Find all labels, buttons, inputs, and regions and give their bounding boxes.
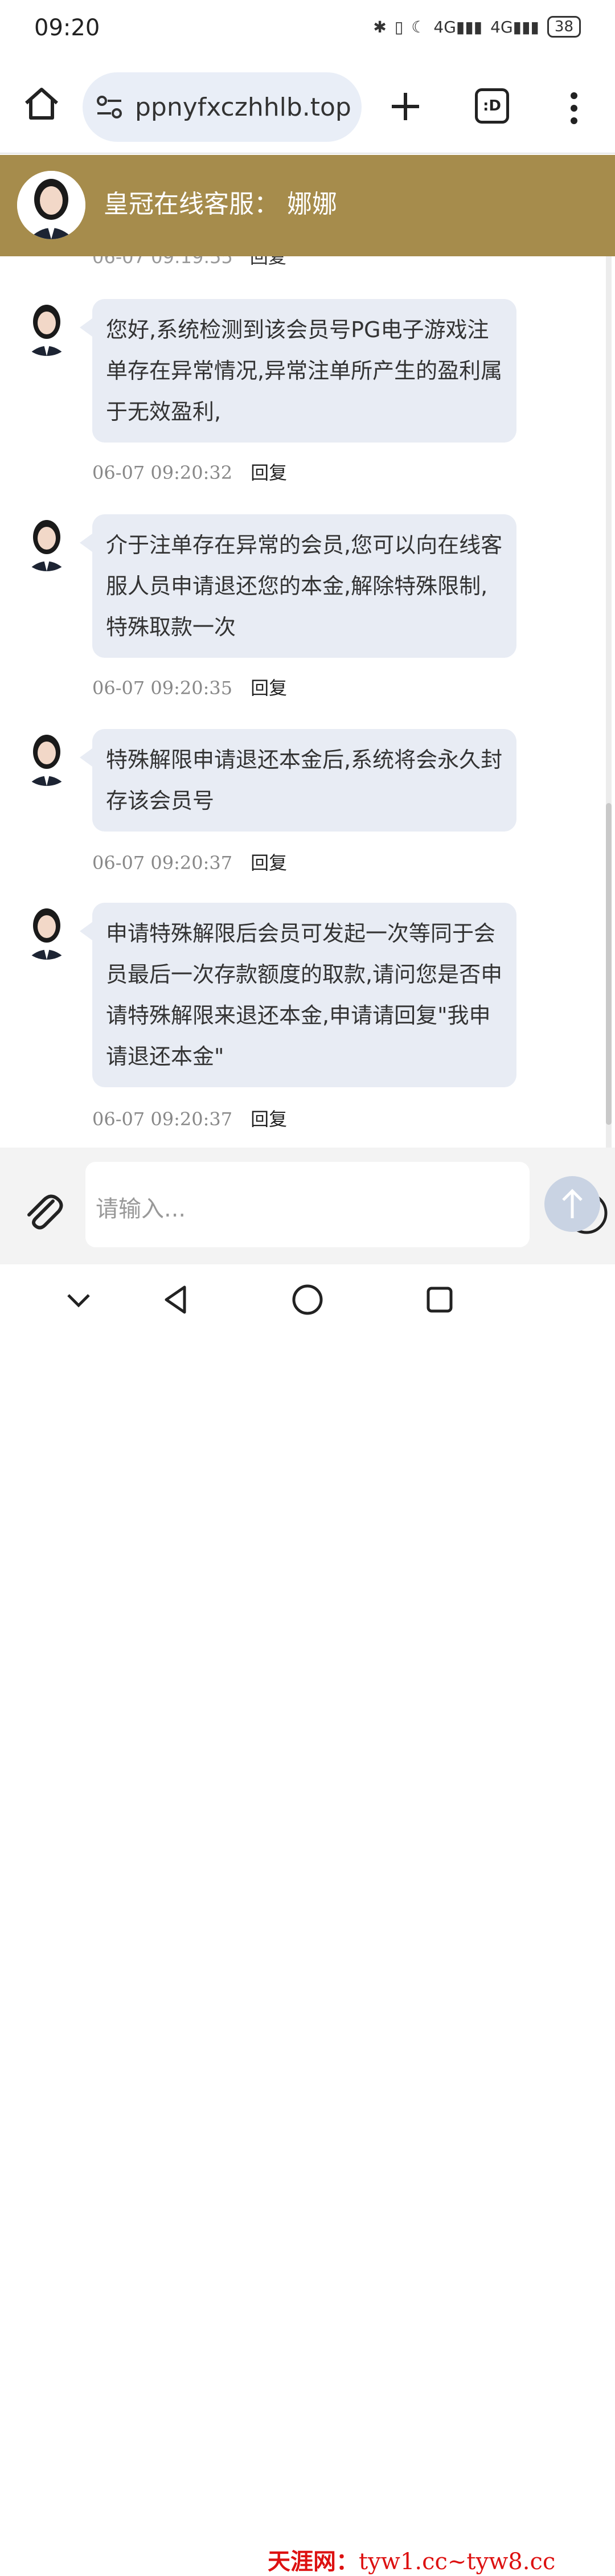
home-nav-icon[interactable] — [289, 1281, 326, 1318]
message-meta: 06-07 09:20:37 回复 — [92, 849, 287, 875]
more-menu-icon[interactable] — [568, 91, 580, 125]
agent-avatar — [18, 903, 75, 960]
message-time: 06-07 09:19:55 — [92, 256, 233, 268]
url-text[interactable]: ppnyfxczhhlb.top — [135, 93, 351, 122]
vibrate-icon: ▯ — [394, 17, 404, 36]
home-icon[interactable] — [22, 84, 62, 124]
reply-link[interactable]: 回复 — [251, 852, 287, 874]
input-placeholder[interactable]: 请输入... — [96, 1190, 186, 1223]
message-input-bar: 请输入... — [0, 1148, 615, 1264]
chevron-down-icon[interactable] — [60, 1281, 97, 1318]
battery-icon: 38 — [547, 16, 581, 38]
status-time: 09:20 — [34, 15, 100, 41]
chat-title: 皇冠在线客服： 娜娜 — [104, 190, 337, 219]
watermark: 天涯网：tyw1.cc~tyw8.cc — [268, 2543, 555, 2576]
message-meta-cut: 06-07 09:19:55 回复 — [92, 256, 286, 269]
site-settings-icon[interactable] — [95, 94, 124, 120]
address-bar[interactable]: ppnyfxczhhlb.top — [83, 72, 362, 142]
signal-4g-2-icon: 4G▮▮▮ — [490, 17, 539, 36]
agent-avatar — [18, 729, 75, 786]
watermark-text: tyw1.cc~tyw8.cc — [359, 2549, 556, 2575]
reply-link[interactable]: 回复 — [251, 462, 287, 484]
message-bubble: 您好,系统检测到该会员号PG电子游戏注单存在异常情况,异常注单所产生的盈利属于无… — [80, 299, 516, 443]
arrow-up-icon — [562, 1189, 583, 1218]
message-meta: 06-07 09:20:35 回复 — [92, 674, 287, 700]
watermark-brand: 天涯网： — [268, 2548, 359, 2575]
message-bubble: 特殊解限申请退还本金后,系统将会永久封存该会员号 — [80, 729, 516, 832]
chat-header: 皇冠在线客服： 娜娜 — [0, 155, 615, 256]
reply-link[interactable]: 回复 — [250, 256, 286, 268]
new-tab-icon[interactable] — [388, 89, 423, 124]
message-time: 06-07 09:20:37 — [92, 852, 233, 874]
scrollbar-thumb[interactable] — [606, 803, 612, 1125]
system-nav-bar: 天涯网：tyw1.cc~tyw8.cc — [0, 1264, 615, 2575]
chat-messages[interactable]: 06-07 09:19:55 回复 您好,系统检测到该会员号PG电子游戏注单存在异… — [0, 256, 615, 1148]
signal-4g-icon: 4G▮▮▮ — [433, 17, 483, 36]
browser-toolbar: ppnyfxczhhlb.top :D — [0, 60, 615, 154]
agent-avatar — [18, 514, 75, 571]
message-bubble: 申请特殊解限后会员可发起一次等同于会员最后一次存款额度的取款,请问您是否申请特殊… — [80, 903, 516, 1087]
message-time: 06-07 09:20:32 — [92, 462, 233, 484]
message-time: 06-07 09:20:35 — [92, 677, 233, 699]
status-icons: ✱ ▯ ☾ 4G▮▮▮ 4G▮▮▮ 38 — [373, 16, 581, 38]
message-time: 06-07 09:20:37 — [92, 1108, 233, 1130]
moon-icon: ☾ — [411, 17, 426, 36]
reply-link[interactable]: 回复 — [251, 677, 287, 699]
message-input[interactable]: 请输入... — [85, 1162, 608, 1247]
reply-link[interactable]: 回复 — [251, 1108, 287, 1130]
message-meta: 06-07 09:20:37 回复 — [92, 1105, 287, 1131]
attachment-icon[interactable] — [20, 1189, 65, 1234]
back-icon[interactable] — [158, 1281, 195, 1318]
agent-avatar — [17, 171, 85, 239]
agent-avatar — [18, 299, 75, 356]
status-bar: 09:20 ✱ ▯ ☾ 4G▮▮▮ 4G▮▮▮ 38 — [0, 0, 615, 60]
send-button[interactable] — [544, 1176, 600, 1232]
message-bubble: 介于注单存在异常的会员,您可以向在线客服人员申请退还您的本金,解除特殊限制,特殊… — [80, 514, 516, 658]
recents-icon[interactable] — [421, 1281, 458, 1318]
tab-switcher-button[interactable]: :D — [475, 88, 509, 124]
bluetooth-icon: ✱ — [373, 17, 387, 36]
message-meta: 06-07 09:20:32 回复 — [92, 458, 287, 485]
